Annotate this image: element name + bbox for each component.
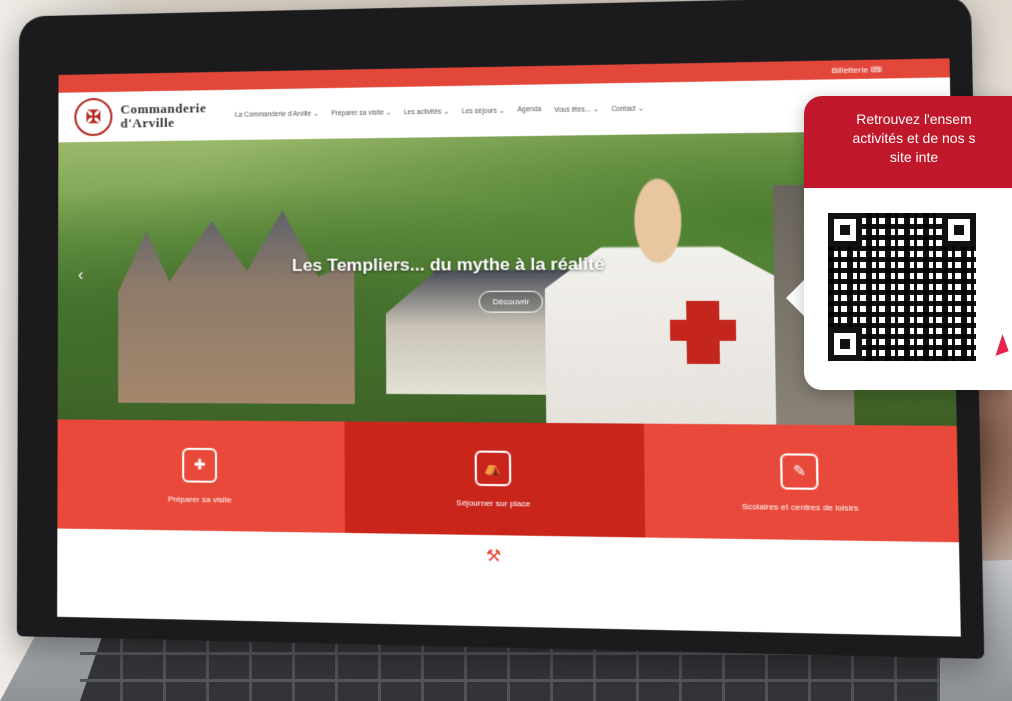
shield-cross-icon: ✚ [182, 447, 218, 483]
callout-line-3: site inte [889, 149, 939, 165]
ticket-link[interactable]: Billetterie 🎟 [831, 64, 882, 74]
feature-tile-schools[interactable]: ✎ Scolaires et centres de loisirs [643, 423, 960, 543]
qr-finder-pattern [942, 213, 976, 247]
nav-item-contact[interactable]: Contact ⌄ [611, 104, 643, 113]
nav-item-activites[interactable]: Les activités ⌄ [404, 107, 449, 116]
hero-castle-image [118, 199, 355, 404]
qr-code[interactable] [828, 213, 976, 361]
keyboard-row [80, 679, 940, 682]
helmet-icon: ⚒ [485, 547, 502, 566]
knight-cross-icon [669, 319, 737, 341]
feature-label: Scolaires et centres de loisirs [741, 501, 859, 513]
feature-label: Préparer sa visite [167, 493, 232, 505]
feature-tiles: ✚ Préparer sa visite ⛺ Séjourner sur pla… [57, 419, 960, 543]
main-nav: La Commanderie d'Arville ⌄ Préparer sa v… [235, 104, 644, 118]
discover-button[interactable]: Découvrir [478, 290, 544, 313]
templar-cross-icon[interactable]: ✠ [74, 97, 113, 137]
nav-item-preparer-visite[interactable]: Préparer sa visite ⌄ [331, 108, 391, 117]
qr-finder-pattern [828, 327, 862, 361]
content-below: ⚒ [57, 528, 961, 637]
hero-title: Les Templiers... du mythe à la réalité [291, 254, 605, 276]
slider-prev-arrow-icon[interactable]: ‹ [78, 267, 83, 285]
qr-finder-pattern [828, 213, 862, 247]
callout-header: Retrouvez l'ensem activités et de nos s … [804, 96, 1012, 188]
site-logo[interactable]: Commanderie d'Arville [120, 100, 206, 131]
feature-tile-stay[interactable]: ⛺ Séjourner sur place [344, 421, 646, 538]
callout-pointer [786, 278, 806, 318]
nav-item-commanderie[interactable]: La Commanderie d'Arville ⌄ [235, 110, 319, 119]
callout-line-2: activités et de nos s [852, 130, 976, 146]
logo-line-2: d'Arville [120, 114, 175, 131]
feature-tile-visit[interactable]: ✚ Préparer sa visite [57, 419, 345, 533]
tent-icon: ⛺ [474, 449, 512, 486]
callout-line-1: Retrouvez l'ensem [856, 111, 972, 127]
nav-item-agenda[interactable]: Agenda [517, 106, 541, 115]
map-pencil-icon: ✎ [780, 452, 819, 490]
nav-item-vous-etes[interactable]: Vous êtes... ⌄ [554, 105, 598, 114]
hero-templar-knight-image [544, 175, 776, 426]
nav-item-sejours[interactable]: Les séjours ⌄ [462, 107, 505, 116]
feature-label: Séjourner sur place [456, 497, 531, 508]
